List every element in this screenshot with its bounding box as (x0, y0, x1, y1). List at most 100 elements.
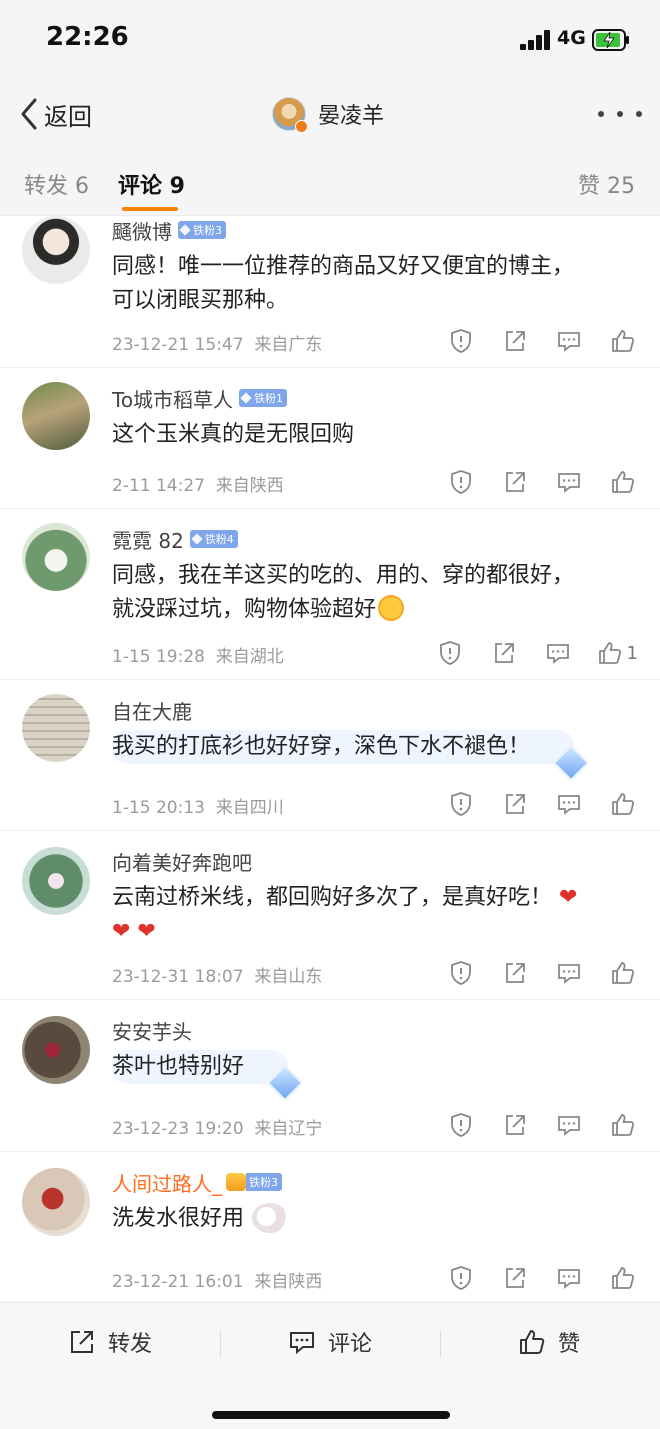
comment-time: 1-15 20:13 (112, 798, 205, 818)
comment-text: 洗发水很好用 (112, 1202, 632, 1236)
comment-header: 人间过路人_ 铁粉3 (112, 1168, 282, 1196)
reply-icon[interactable] (554, 1263, 584, 1293)
like-icon[interactable] (608, 789, 638, 819)
tab-comments[interactable]: 评论 9 (118, 168, 185, 200)
avatar[interactable] (22, 1168, 90, 1236)
comment-time: 23-12-31 18:07 (112, 967, 244, 987)
report-icon[interactable] (446, 958, 476, 988)
tab-likes[interactable]: 赞 25 (578, 168, 635, 200)
reply-icon[interactable] (554, 326, 584, 356)
fan-badge: 铁粉4 (189, 530, 238, 548)
vip-crown-icon (226, 1173, 246, 1191)
avatar[interactable] (22, 216, 90, 284)
like-icon[interactable] (608, 326, 638, 356)
share-icon[interactable] (500, 789, 530, 819)
comment-icon (290, 1332, 314, 1355)
reply-icon[interactable] (554, 958, 584, 988)
heart-emoji-icon: ❤ ❤ (112, 919, 156, 944)
like-button[interactable]: 赞 (518, 1325, 580, 1359)
username[interactable]: 霓霓 82 (112, 525, 184, 554)
comment-actions (422, 789, 638, 819)
more-options-icon[interactable] (598, 102, 642, 126)
reply-icon[interactable] (554, 789, 584, 819)
avatar[interactable] (22, 382, 90, 450)
comment-header: 霓霓 82 铁粉4 (112, 525, 238, 553)
comment-meta: 1-15 19:28 来自湖北 (112, 642, 284, 667)
username[interactable]: 安安芋头 (112, 1016, 192, 1045)
report-icon[interactable] (446, 467, 476, 497)
tab-reposts[interactable]: 转发 6 (24, 168, 89, 200)
username[interactable]: 颾微博 (112, 216, 172, 245)
avatar[interactable] (22, 1016, 90, 1084)
report-icon[interactable] (446, 326, 476, 356)
comment-meta: 23-12-31 18:07 来自山东 (112, 962, 322, 987)
diamond-icon (179, 224, 191, 236)
share-icon[interactable] (489, 638, 519, 668)
back-label: 返回 (44, 102, 92, 131)
active-tab-indicator (122, 207, 178, 211)
like-icon[interactable] (608, 958, 638, 988)
comment-text-line: 洗发水很好用 (112, 1206, 245, 1231)
comment-label: 评论 (328, 1332, 373, 1357)
avatar[interactable] (22, 847, 90, 915)
comment-text: 这个玉米真的是无限回购 (112, 418, 632, 452)
repost-button[interactable]: 转发 (68, 1325, 152, 1359)
comment-text: 云南过桥米线，都回购好多次了，是真好吃！ ❤ ❤ ❤ (112, 881, 642, 949)
anime-sticker-icon (252, 1203, 289, 1233)
reply-icon[interactable] (543, 638, 573, 668)
report-icon[interactable] (446, 1263, 476, 1293)
comment-text: 同感，我在羊这买的吃的、用的、穿的都很好， 就没踩过坑，购物体验超好 (112, 559, 632, 627)
share-icon[interactable] (500, 1110, 530, 1140)
reply-icon[interactable] (554, 467, 584, 497)
comment-item: 向着美好奔跑吧 云南过桥米线，都回购好多次了，是真好吃！ ❤ ❤ ❤ 23-12… (0, 831, 660, 1000)
comment-text-line: 同感！唯一一位推荐的商品又好又便宜的博主， (112, 254, 575, 279)
comment-item: 霓霓 82 铁粉4 同感，我在羊这买的吃的、用的、穿的都很好， 就没踩过坑，购物… (0, 509, 660, 680)
diamond-icon (240, 392, 252, 404)
comment-time: 23-12-23 19:20 (112, 1119, 244, 1139)
avatar[interactable] (22, 694, 90, 762)
home-indicator (212, 1411, 450, 1419)
username[interactable]: 向着美好奔跑吧 (112, 847, 252, 876)
reply-icon[interactable] (554, 1110, 584, 1140)
like-icon[interactable] (608, 467, 638, 497)
fan-badge: 铁粉3 (246, 1173, 282, 1191)
status-bar: 22:26 4G (0, 0, 660, 80)
comment-text: 同感！唯一一位推荐的商品又好又便宜的博主， 可以闭眼买那种。 (112, 250, 632, 318)
username[interactable]: 自在大鹿 (112, 696, 192, 725)
share-icon[interactable] (500, 1263, 530, 1293)
report-icon[interactable] (446, 789, 476, 819)
share-icon[interactable] (500, 467, 530, 497)
comment-text-line-2: 就没踩过坑，购物体验超好 (112, 593, 632, 627)
comment-item: 安安芋头 茶叶也特别好 23-12-23 19:20 来自辽宁 (0, 1000, 660, 1152)
avatar[interactable] (22, 523, 90, 591)
repost-label: 转发 (108, 1332, 153, 1357)
diamond-sparkle-icon (266, 1064, 304, 1102)
comment-meta: 23-12-23 19:20 来自辽宁 (112, 1114, 322, 1139)
comment-text-line: 我买的打底衫也好好穿，深色下水不褪色！ (112, 734, 531, 759)
comment-header: To城市稻草人 铁粉1 (112, 384, 288, 413)
username[interactable]: To城市稻草人 (112, 384, 233, 413)
share-icon[interactable] (500, 326, 530, 356)
comment-text-line-1: 云南过桥米线，都回购好多次了，是真好吃！ ❤ (112, 881, 642, 915)
report-icon[interactable] (446, 1110, 476, 1140)
nav-user[interactable]: 晏凌羊 (272, 94, 384, 134)
comment-meta: 23-12-21 15:47 来自广东 (112, 330, 322, 355)
comment-text-line: 这个玉米真的是无限回购 (112, 422, 355, 447)
comment-button[interactable]: 评论 (288, 1325, 372, 1359)
comment-meta: 2-11 14:27 来自陕西 (112, 471, 284, 496)
share-icon[interactable] (500, 958, 530, 988)
comment-text: 茶叶也特别好 (112, 1050, 632, 1102)
excited-face-emoji-icon (378, 595, 405, 621)
comment-location: 来自陕西 (215, 476, 284, 496)
like-icon[interactable] (608, 1263, 638, 1293)
back-button[interactable]: 返回 (18, 94, 92, 134)
like-count: 1 (626, 642, 638, 664)
comment-item: To城市稻草人 铁粉1 这个玉米真的是无限回购 2-11 14:27 来自陕西 (0, 368, 660, 509)
like-icon[interactable] (608, 1110, 638, 1140)
heart-emoji-icon: ❤ (559, 885, 578, 910)
report-icon[interactable] (435, 638, 465, 668)
comment-header: 向着美好奔跑吧 (112, 847, 252, 875)
like-button[interactable]: 1 (597, 638, 638, 668)
username[interactable]: 人间过路人_ (112, 1168, 222, 1197)
like-icon (598, 642, 621, 664)
